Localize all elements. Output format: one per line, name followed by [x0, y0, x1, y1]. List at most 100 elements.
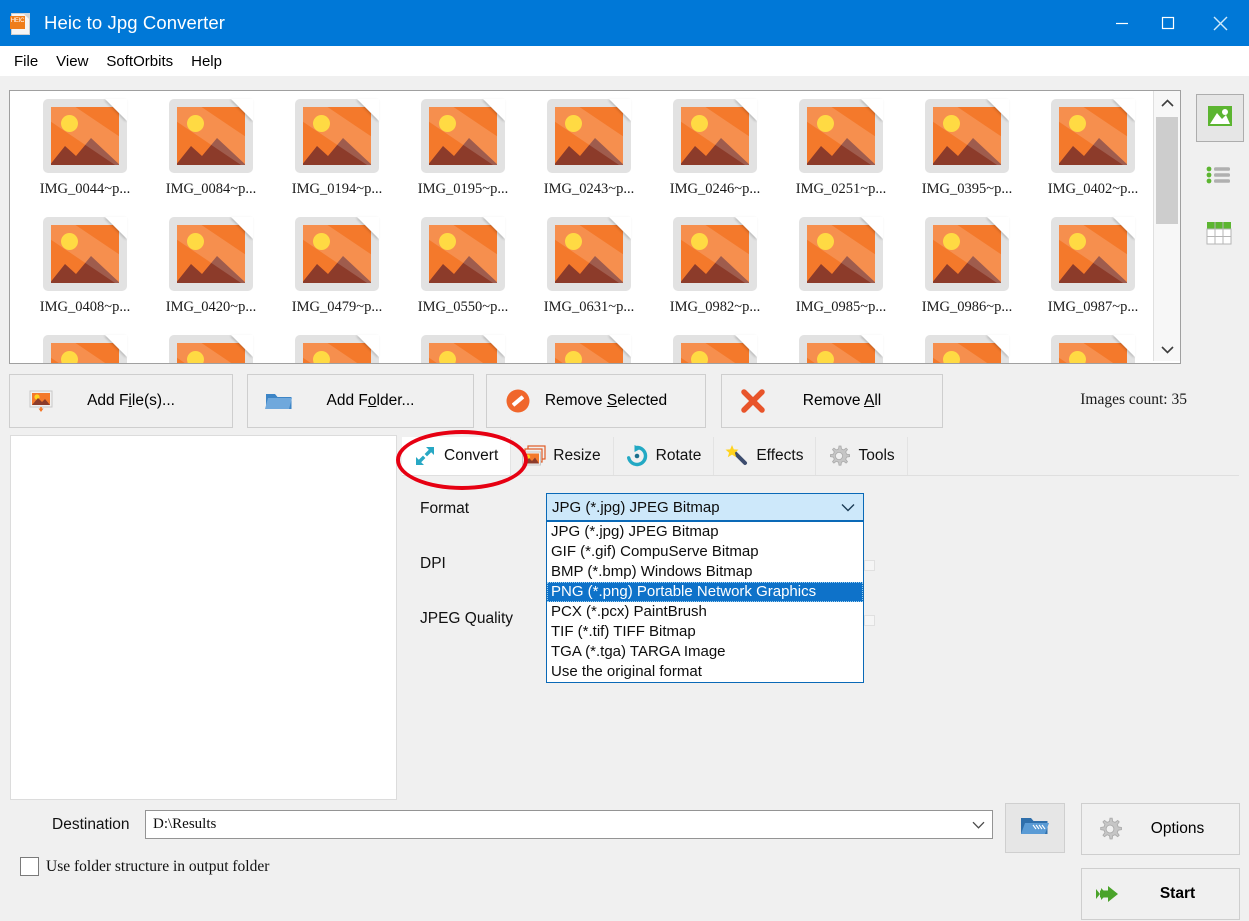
menu-item-view[interactable]: View [47, 51, 97, 72]
thumbnail-item[interactable]: IMG_0408~p... [22, 214, 148, 332]
add-folder-button[interactable]: Add Folder... [247, 374, 474, 428]
thumbnail-item[interactable]: IMG_0982~p... [652, 214, 778, 332]
thumbnail-label: IMG_0987~p... [1048, 299, 1138, 316]
red-x-icon [736, 388, 770, 414]
thumbnail-item[interactable]: IMG_0251~p... [778, 96, 904, 214]
thumbnail-label: IMG_0985~p... [796, 299, 886, 316]
heic-file-icon: HEIC [10, 12, 32, 34]
format-option[interactable]: JPG (*.jpg) JPEG Bitmap [547, 522, 863, 542]
thumbnail-item[interactable]: IMG_0987~p... [1030, 214, 1153, 332]
thumbnail-item[interactable] [274, 332, 400, 363]
close-button[interactable] [1191, 0, 1249, 46]
thumbnail-item[interactable]: IMG_0194~p... [274, 96, 400, 214]
photo-thumbnail-icon [1045, 215, 1141, 297]
photo-thumbnail-icon [793, 333, 889, 363]
browse-destination-button[interactable] [1005, 803, 1065, 853]
grid-view-button[interactable] [1196, 212, 1242, 258]
window-controls [1099, 0, 1249, 46]
options-button[interactable]: Options [1081, 803, 1240, 855]
thumbnail-label: IMG_0195~p... [418, 181, 508, 198]
no-entry-icon [501, 388, 535, 414]
thumbnail-grid: IMG_0044~p...IMG_0084~p...IMG_0194~p...I… [10, 91, 1153, 363]
thumbnail-label: IMG_0251~p... [796, 181, 886, 198]
format-option[interactable]: PCX (*.pcx) PaintBrush [547, 602, 863, 622]
thumbnail-item[interactable]: IMG_0550~p... [400, 214, 526, 332]
thumbnail-item[interactable]: IMG_0479~p... [274, 214, 400, 332]
thumbnail-item[interactable]: IMG_0084~p... [148, 96, 274, 214]
thumbnail-item[interactable] [526, 332, 652, 363]
thumbnail-item[interactable] [1030, 332, 1153, 363]
use-folder-structure-checkbox[interactable] [20, 857, 39, 876]
thumbnail-label: IMG_0408~p... [40, 299, 130, 316]
format-combobox-value: JPG (*.jpg) JPEG Bitmap [552, 499, 833, 516]
thumbnail-item[interactable] [22, 332, 148, 363]
tab-effects[interactable]: Effects [714, 437, 816, 475]
thumbnail-view-icon [1207, 105, 1233, 132]
destination-chevron-down-icon[interactable] [964, 821, 992, 829]
add-files-label: Add File(s)... [58, 392, 232, 410]
tab-convert[interactable]: Convert [402, 437, 511, 475]
photo-thumbnail-icon [919, 215, 1015, 297]
thumbnail-label: IMG_0479~p... [292, 299, 382, 316]
format-option[interactable]: Use the original format [547, 662, 863, 682]
dpi-spinner[interactable] [864, 560, 875, 571]
remove-selected-button[interactable]: Remove Selected [486, 374, 706, 428]
thumbnail-item[interactable]: IMG_0246~p... [652, 96, 778, 214]
photo-thumbnail-icon [415, 333, 511, 363]
chevron-down-icon[interactable] [833, 503, 863, 512]
remove-selected-label: Remove Selected [535, 392, 705, 410]
tab-resize[interactable]: Resize [511, 437, 613, 475]
format-dropdown-list[interactable]: JPG (*.jpg) JPEG BitmapGIF (*.gif) Compu… [546, 521, 864, 683]
tab-resize-label: Resize [553, 447, 600, 465]
format-option[interactable]: PNG (*.png) Portable Network Graphics [547, 582, 863, 602]
list-view-button[interactable] [1196, 154, 1242, 200]
thumbnail-item[interactable] [652, 332, 778, 363]
tab-rotate[interactable]: Rotate [614, 437, 715, 475]
photo-thumbnail-icon [37, 333, 133, 363]
thumbnail-item[interactable] [904, 332, 1030, 363]
thumbnail-item[interactable]: IMG_0986~p... [904, 214, 1030, 332]
photo-thumbnail-icon [667, 215, 763, 297]
thumbnail-item[interactable] [148, 332, 274, 363]
format-option[interactable]: BMP (*.bmp) Windows Bitmap [547, 562, 863, 582]
use-folder-structure-row[interactable]: Use folder structure in output folder [20, 857, 269, 876]
thumbnail-item[interactable]: IMG_0395~p... [904, 96, 1030, 214]
maximize-button[interactable] [1145, 0, 1191, 46]
photo-thumbnail-icon [289, 215, 385, 297]
format-combobox[interactable]: JPG (*.jpg) JPEG Bitmap [546, 493, 864, 521]
format-option[interactable]: GIF (*.gif) CompuServe Bitmap [547, 542, 863, 562]
images-count-label: Images count: 35 [1080, 391, 1187, 409]
jpeg-quality-spinner[interactable] [864, 615, 875, 626]
thumbnail-list-panel[interactable]: IMG_0044~p...IMG_0084~p...IMG_0194~p...I… [9, 90, 1181, 364]
photo-thumbnail-icon [37, 215, 133, 297]
thumbnail-view-button[interactable] [1196, 94, 1244, 142]
thumbnail-item[interactable]: IMG_0985~p... [778, 214, 904, 332]
add-files-button[interactable]: Add File(s)... [9, 374, 233, 428]
scroll-down-icon[interactable] [1154, 337, 1180, 361]
menu-item-help[interactable]: Help [182, 51, 231, 72]
thumbnail-item[interactable]: IMG_0420~p... [148, 214, 274, 332]
photo-thumbnail-icon [289, 97, 385, 179]
destination-input[interactable]: D:\Results [145, 810, 993, 839]
photo-thumbnail-icon [415, 97, 511, 179]
green-arrow-icon [1090, 882, 1130, 906]
start-button[interactable]: Start [1081, 868, 1240, 920]
format-option[interactable]: TGA (*.tga) TARGA Image [547, 642, 863, 662]
menu-item-softorbits[interactable]: SoftOrbits [97, 51, 182, 72]
thumbnail-item[interactable]: IMG_0243~p... [526, 96, 652, 214]
thumbnail-vertical-scrollbar[interactable] [1153, 91, 1180, 361]
format-option[interactable]: TIF (*.tif) TIFF Bitmap [547, 622, 863, 642]
menu-item-file[interactable]: File [5, 51, 47, 72]
thumbnail-item[interactable] [400, 332, 526, 363]
thumbnail-item[interactable]: IMG_0195~p... [400, 96, 526, 214]
tab-tools[interactable]: Tools [816, 437, 907, 475]
thumbnail-item[interactable]: IMG_0402~p... [1030, 96, 1153, 214]
minimize-button[interactable] [1099, 0, 1145, 46]
remove-all-button[interactable]: Remove All [721, 374, 943, 428]
thumbnail-item[interactable] [778, 332, 904, 363]
thumbnail-item[interactable]: IMG_0631~p... [526, 214, 652, 332]
scroll-up-icon[interactable] [1154, 91, 1180, 115]
thumbnail-item[interactable]: IMG_0044~p... [22, 96, 148, 214]
app-window: HEIC Heic to Jpg Converter File View Sof… [0, 0, 1249, 921]
scrollbar-thumb[interactable] [1156, 117, 1178, 224]
